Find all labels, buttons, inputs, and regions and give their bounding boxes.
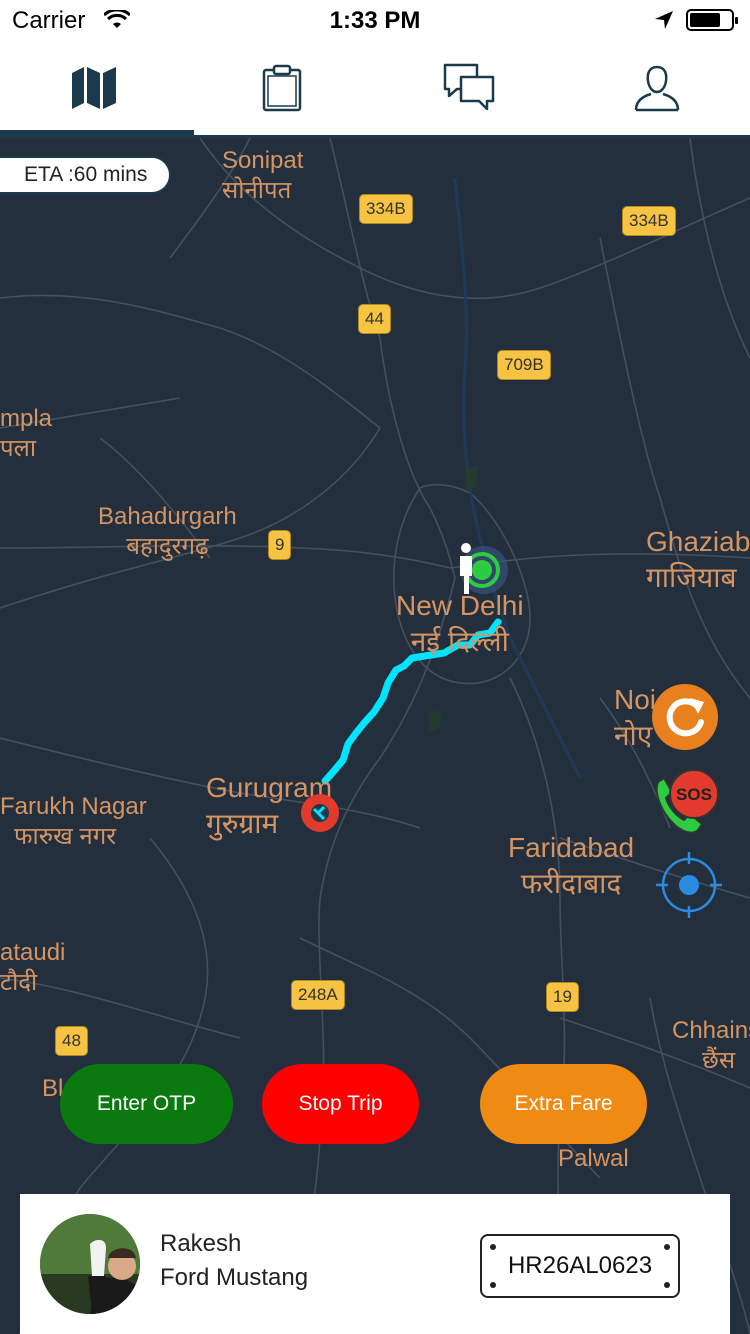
crosshair-icon [656, 852, 722, 918]
map-view[interactable]: Sonipat सोनीपत mpla पला Bahadurgarh बहादुरग… [0, 138, 750, 1334]
chat-icon [443, 63, 494, 110]
tab-trips[interactable] [188, 40, 375, 135]
battery-icon [686, 9, 738, 31]
plate-number: HR26AL0623 [507, 1252, 653, 1279]
refresh-icon [666, 698, 704, 737]
sos-button[interactable]: SOS [650, 764, 722, 836]
driver-avatar [40, 1214, 140, 1314]
highway-shield: 9 [268, 530, 292, 560]
place-label: Palwal [558, 1145, 629, 1172]
highway-shield: 709B [497, 350, 551, 380]
profile-icon [634, 65, 679, 111]
highway-shield: 334B [622, 206, 676, 236]
highway-shield: 334B [359, 194, 413, 224]
tab-messages[interactable] [375, 40, 562, 135]
refresh-button[interactable] [652, 684, 718, 750]
place-label: Faridabad फरीदाबाद [508, 832, 635, 899]
place-label: Ghaziab गाजियाब [646, 526, 750, 593]
place-label: mpla पला [0, 405, 53, 462]
place-label: Farukh Nagar फारुख नगर [0, 793, 147, 850]
highway-shield: 48 [55, 1026, 88, 1056]
clipboard-icon [262, 64, 301, 111]
driver-name: Rakesh [160, 1230, 242, 1257]
recenter-button[interactable] [656, 852, 722, 918]
place-label: Chhainsछैंस [672, 1017, 750, 1074]
place-label: ataudi टौदी [0, 939, 66, 996]
enter-otp-button[interactable]: Enter OTP [60, 1064, 233, 1144]
tab-selected-indicator [0, 130, 194, 136]
eta-badge: ETA :60 mins [0, 156, 172, 194]
place-label: Noi नोए [614, 684, 657, 751]
tab-map[interactable] [0, 40, 187, 135]
highway-shield: 248A [291, 980, 345, 1010]
current-location-marker[interactable] [452, 542, 524, 598]
location-arrow-icon [654, 10, 674, 35]
clock: 1:33 PM [329, 7, 421, 34]
license-plate: HR26AL0623 [480, 1234, 680, 1298]
tab-profile[interactable] [563, 40, 750, 135]
highway-shield: 19 [546, 982, 579, 1012]
vehicle-model: Ford Mustang [160, 1264, 309, 1291]
place-label: New Delhi नई दिल्ली [396, 590, 524, 657]
tab-bar [0, 40, 750, 138]
stop-trip-button[interactable]: Stop Trip [262, 1064, 419, 1144]
place-label: Sonipat सोनीपत [222, 147, 304, 204]
destination-pin-icon[interactable] [299, 792, 341, 834]
driver-card: Rakesh Ford Mustang HR26AL0623 [20, 1194, 730, 1334]
status-bar: Carrier 1:33 PM [0, 0, 750, 40]
extra-fare-button[interactable]: Extra Fare [480, 1064, 647, 1144]
sos-phone-icon: SOS [655, 769, 719, 834]
map-icon [71, 66, 116, 109]
svg-text:SOS: SOS [676, 785, 712, 804]
highway-shield: 44 [358, 304, 391, 334]
place-label: Bahadurgarh बहादुरगढ़ [98, 503, 237, 560]
